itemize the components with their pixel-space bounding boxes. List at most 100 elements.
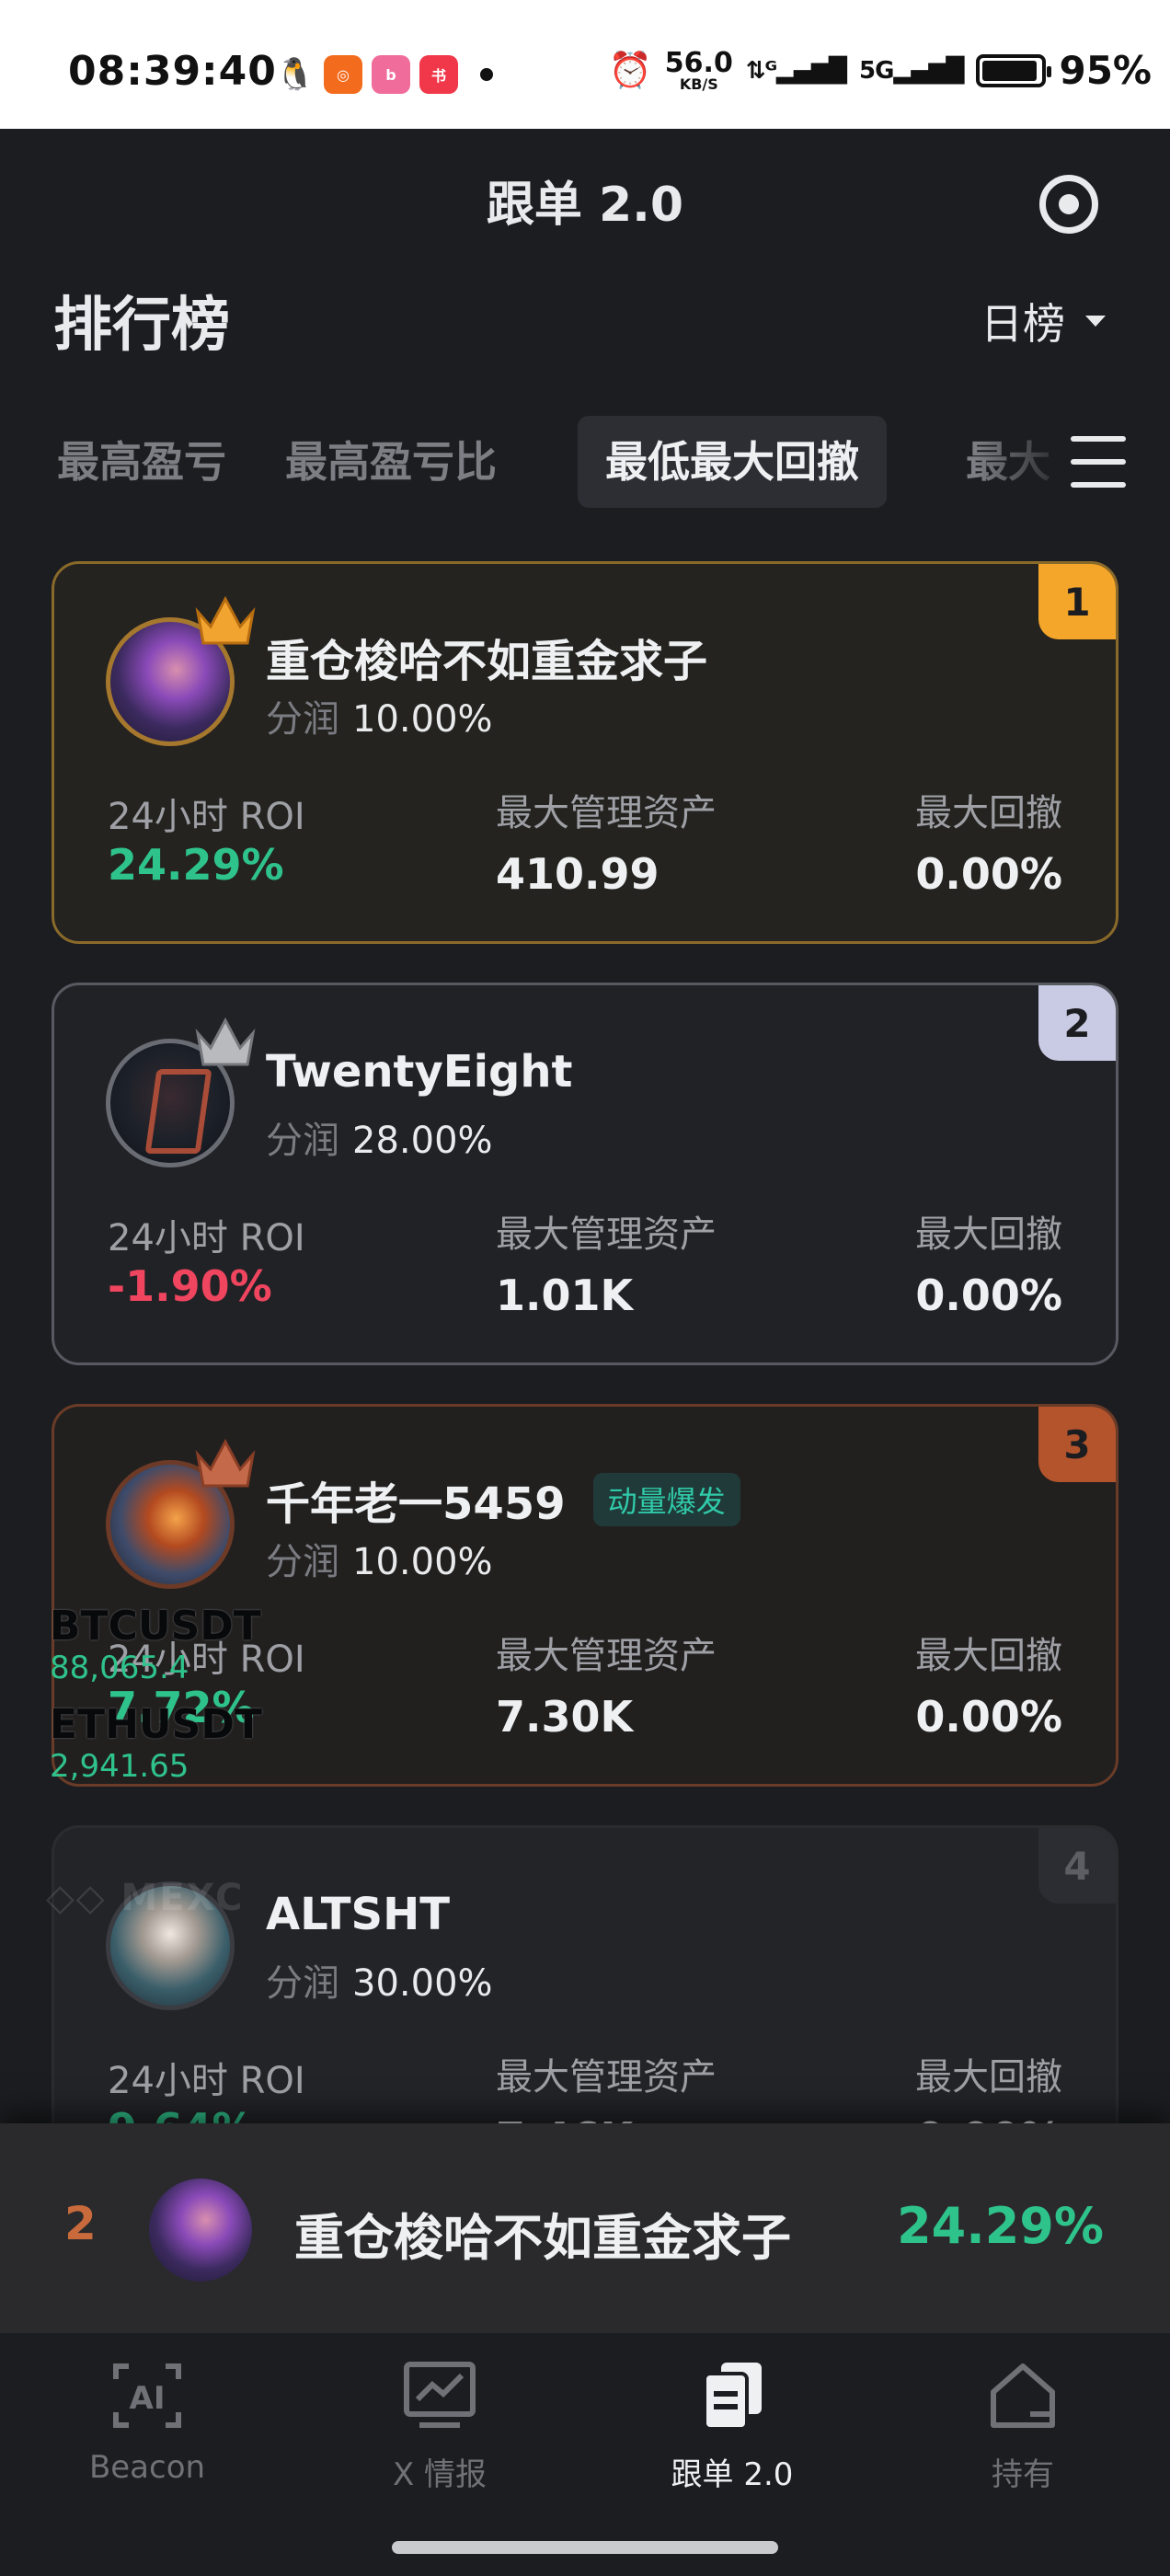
drawdown-value: 0.00%: [915, 849, 1062, 899]
trader-name-text: 千年老一5459: [266, 1478, 566, 1530]
silver-crown-icon: [192, 1013, 258, 1072]
trader-card-1[interactable]: 1 重仓梭哈不如重金求子 分润 10.00% 24小时 ROI 24.29% 最大…: [52, 561, 1118, 944]
alarm-icon: ⏰: [608, 50, 652, 90]
more-notifications-dot-icon: [480, 68, 493, 81]
my-rank-bar[interactable]: 2 重仓梭哈不如重金求子 24.29%: [0, 2123, 1170, 2331]
aum-label: 最大管理资产: [496, 1213, 717, 1256]
signal-5g-label: 5G: [859, 56, 894, 85]
drawdown-label: 最大回撤: [915, 1213, 1062, 1256]
network-speed: 56.0 KB/S: [664, 46, 733, 92]
profit-share: 分润 28.00%: [266, 1110, 493, 1164]
signal-5ga-icon: ⇅ᴳ▂▄▆█: [745, 56, 847, 85]
app-header: 跟单 2.0: [0, 129, 1170, 276]
roi-label: 24小时 ROI: [108, 2060, 305, 2102]
profit-share-value: 30.00%: [352, 1962, 493, 2005]
ticker-price: 88,065.4: [50, 1650, 189, 1686]
qq-notification-icon: 🐧: [275, 56, 315, 93]
period-dropdown[interactable]: 日榜: [981, 291, 1106, 351]
profit-share: 分润 10.00%: [266, 689, 493, 742]
bilibili-notification-icon: b: [372, 55, 410, 94]
status-right: ⏰ 56.0 KB/S ⇅ᴳ▂▄▆█ 5G▂▄▆█ 95%: [608, 48, 1152, 93]
trader-name: TwentyEight: [266, 1046, 573, 1098]
roi-value: -1.90%: [108, 1261, 272, 1311]
nav-label: X 情报: [392, 2456, 488, 2493]
drawdown-label: 最大回撤: [915, 792, 1062, 834]
period-label: 日榜: [981, 299, 1065, 349]
watermark-text: MEXC: [120, 1877, 245, 1919]
profit-share-value: 28.00%: [352, 1120, 493, 1162]
profit-share-label: 分润: [266, 1962, 339, 2005]
drawdown-label: 最大回撤: [915, 1635, 1062, 1677]
aum-value: 1.01K: [496, 1271, 634, 1320]
trader-name: 千年老一5459 动量爆发: [266, 1467, 740, 1532]
nav-copy-trading[interactable]: 跟单 2.0: [622, 2359, 843, 2494]
svg-text:AI: AI: [130, 2380, 166, 2417]
copy-document-icon: [694, 2359, 771, 2432]
signal-5g-icon: 5G▂▄▆█: [859, 56, 964, 85]
battery-percent: 95%: [1059, 48, 1152, 93]
home-indicator[interactable]: [392, 2541, 778, 2554]
nav-holdings[interactable]: 持有: [912, 2359, 1133, 2494]
ranking-tabs: 最高盈亏 最高盈亏比 最低最大回撤 最大: [0, 416, 1170, 508]
trader-name-text: ALTSHT: [266, 1889, 451, 1940]
roi-label: 24小时 ROI: [108, 1217, 305, 1259]
rank-badge: 3: [1038, 1407, 1116, 1482]
nav-label: Beacon: [88, 2449, 206, 2486]
net-speed-value: 56.0: [664, 46, 733, 79]
trader-name-text: 重仓梭哈不如重金求子: [266, 636, 708, 687]
momentum-tag: 动量爆发: [592, 1473, 740, 1526]
profit-share: 分润 10.00%: [266, 1532, 493, 1585]
roi-label: 24小时 ROI: [108, 796, 305, 838]
chart-monitor-icon: [401, 2359, 478, 2432]
sticky-rank: 2: [64, 2197, 97, 2250]
drawdown-label: 最大回撤: [915, 2056, 1062, 2099]
ticker-symbol: ETHUSDT: [50, 1701, 262, 1748]
rank-badge: 2: [1038, 985, 1116, 1061]
profit-share-label: 分润: [266, 1120, 339, 1162]
nav-beacon[interactable]: AI Beacon: [37, 2359, 258, 2486]
profit-share-value: 10.00%: [352, 698, 493, 741]
xiaohongshu-notification-icon: 书: [419, 55, 458, 94]
home-icon: [984, 2359, 1061, 2432]
trader-name: 重仓梭哈不如重金求子: [266, 625, 707, 689]
rank-badge: 4: [1038, 1828, 1116, 1903]
drawdown-value: 0.00%: [915, 1271, 1062, 1320]
floating-price-ticker[interactable]: BTCUSDT 88,065.4 ETHUSDT 2,941.65: [50, 1603, 289, 1800]
page-title: 跟单 2.0: [486, 178, 684, 233]
app-notification-icon: ◎: [324, 55, 362, 94]
battery-icon: [976, 53, 1052, 87]
aum-value: 410.99: [496, 849, 660, 899]
ticker-price: 2,941.65: [50, 1748, 189, 1785]
caret-down-icon: [1085, 316, 1106, 327]
trader-name: ALTSHT: [266, 1889, 450, 1940]
profit-share-label: 分润: [266, 1541, 339, 1583]
rank-badge: 1: [1038, 564, 1116, 639]
trader-name-text: TwentyEight: [266, 1046, 573, 1098]
sticky-trader-name: 重仓梭哈不如重金求子: [294, 2209, 791, 2267]
target-icon[interactable]: [1039, 175, 1098, 234]
profit-share: 分润 30.00%: [266, 1953, 493, 2007]
nav-label: 跟单 2.0: [671, 2456, 794, 2493]
ai-icon: AI: [109, 2359, 186, 2432]
leaderboard-title: 排行榜: [53, 292, 230, 360]
gold-crown-icon: [192, 592, 258, 650]
ticker-symbol: BTCUSDT: [50, 1603, 261, 1650]
profit-share-label: 分润: [266, 698, 339, 741]
mexc-watermark: ◇◇ MEXC: [46, 1877, 245, 1919]
nav-label: 持有: [992, 2456, 1054, 2493]
nav-x-intel[interactable]: X 情报: [329, 2359, 550, 2494]
bottom-nav: AI Beacon X 情报 跟单 2.0 持有: [0, 2331, 1170, 2576]
trader-card-2[interactable]: 2 TwentyEight 分润 28.00% 24小时 ROI -1.90% 最…: [52, 983, 1118, 1365]
status-bar: 08:39:40 🐧 ◎ b 书 ⏰ 56.0 KB/S ⇅ᴳ▂▄▆█ 5G▂▄…: [0, 0, 1170, 129]
tab-lowest-max-drawdown[interactable]: 最低最大回撤: [578, 416, 887, 508]
status-time: 08:39:40: [68, 48, 277, 95]
tab-highest-pnl[interactable]: 最高盈亏: [57, 416, 226, 508]
menu-icon[interactable]: [1071, 436, 1126, 488]
profit-share-value: 10.00%: [352, 1541, 493, 1583]
roi-value: 24.29%: [108, 840, 284, 890]
tab-highest-pnl-ratio[interactable]: 最高盈亏比: [285, 416, 497, 508]
avatar: [149, 2179, 252, 2282]
sticky-roi: 24.29%: [897, 2197, 1104, 2255]
drawdown-value: 0.00%: [915, 1692, 1062, 1742]
bronze-crown-icon: [192, 1434, 258, 1493]
